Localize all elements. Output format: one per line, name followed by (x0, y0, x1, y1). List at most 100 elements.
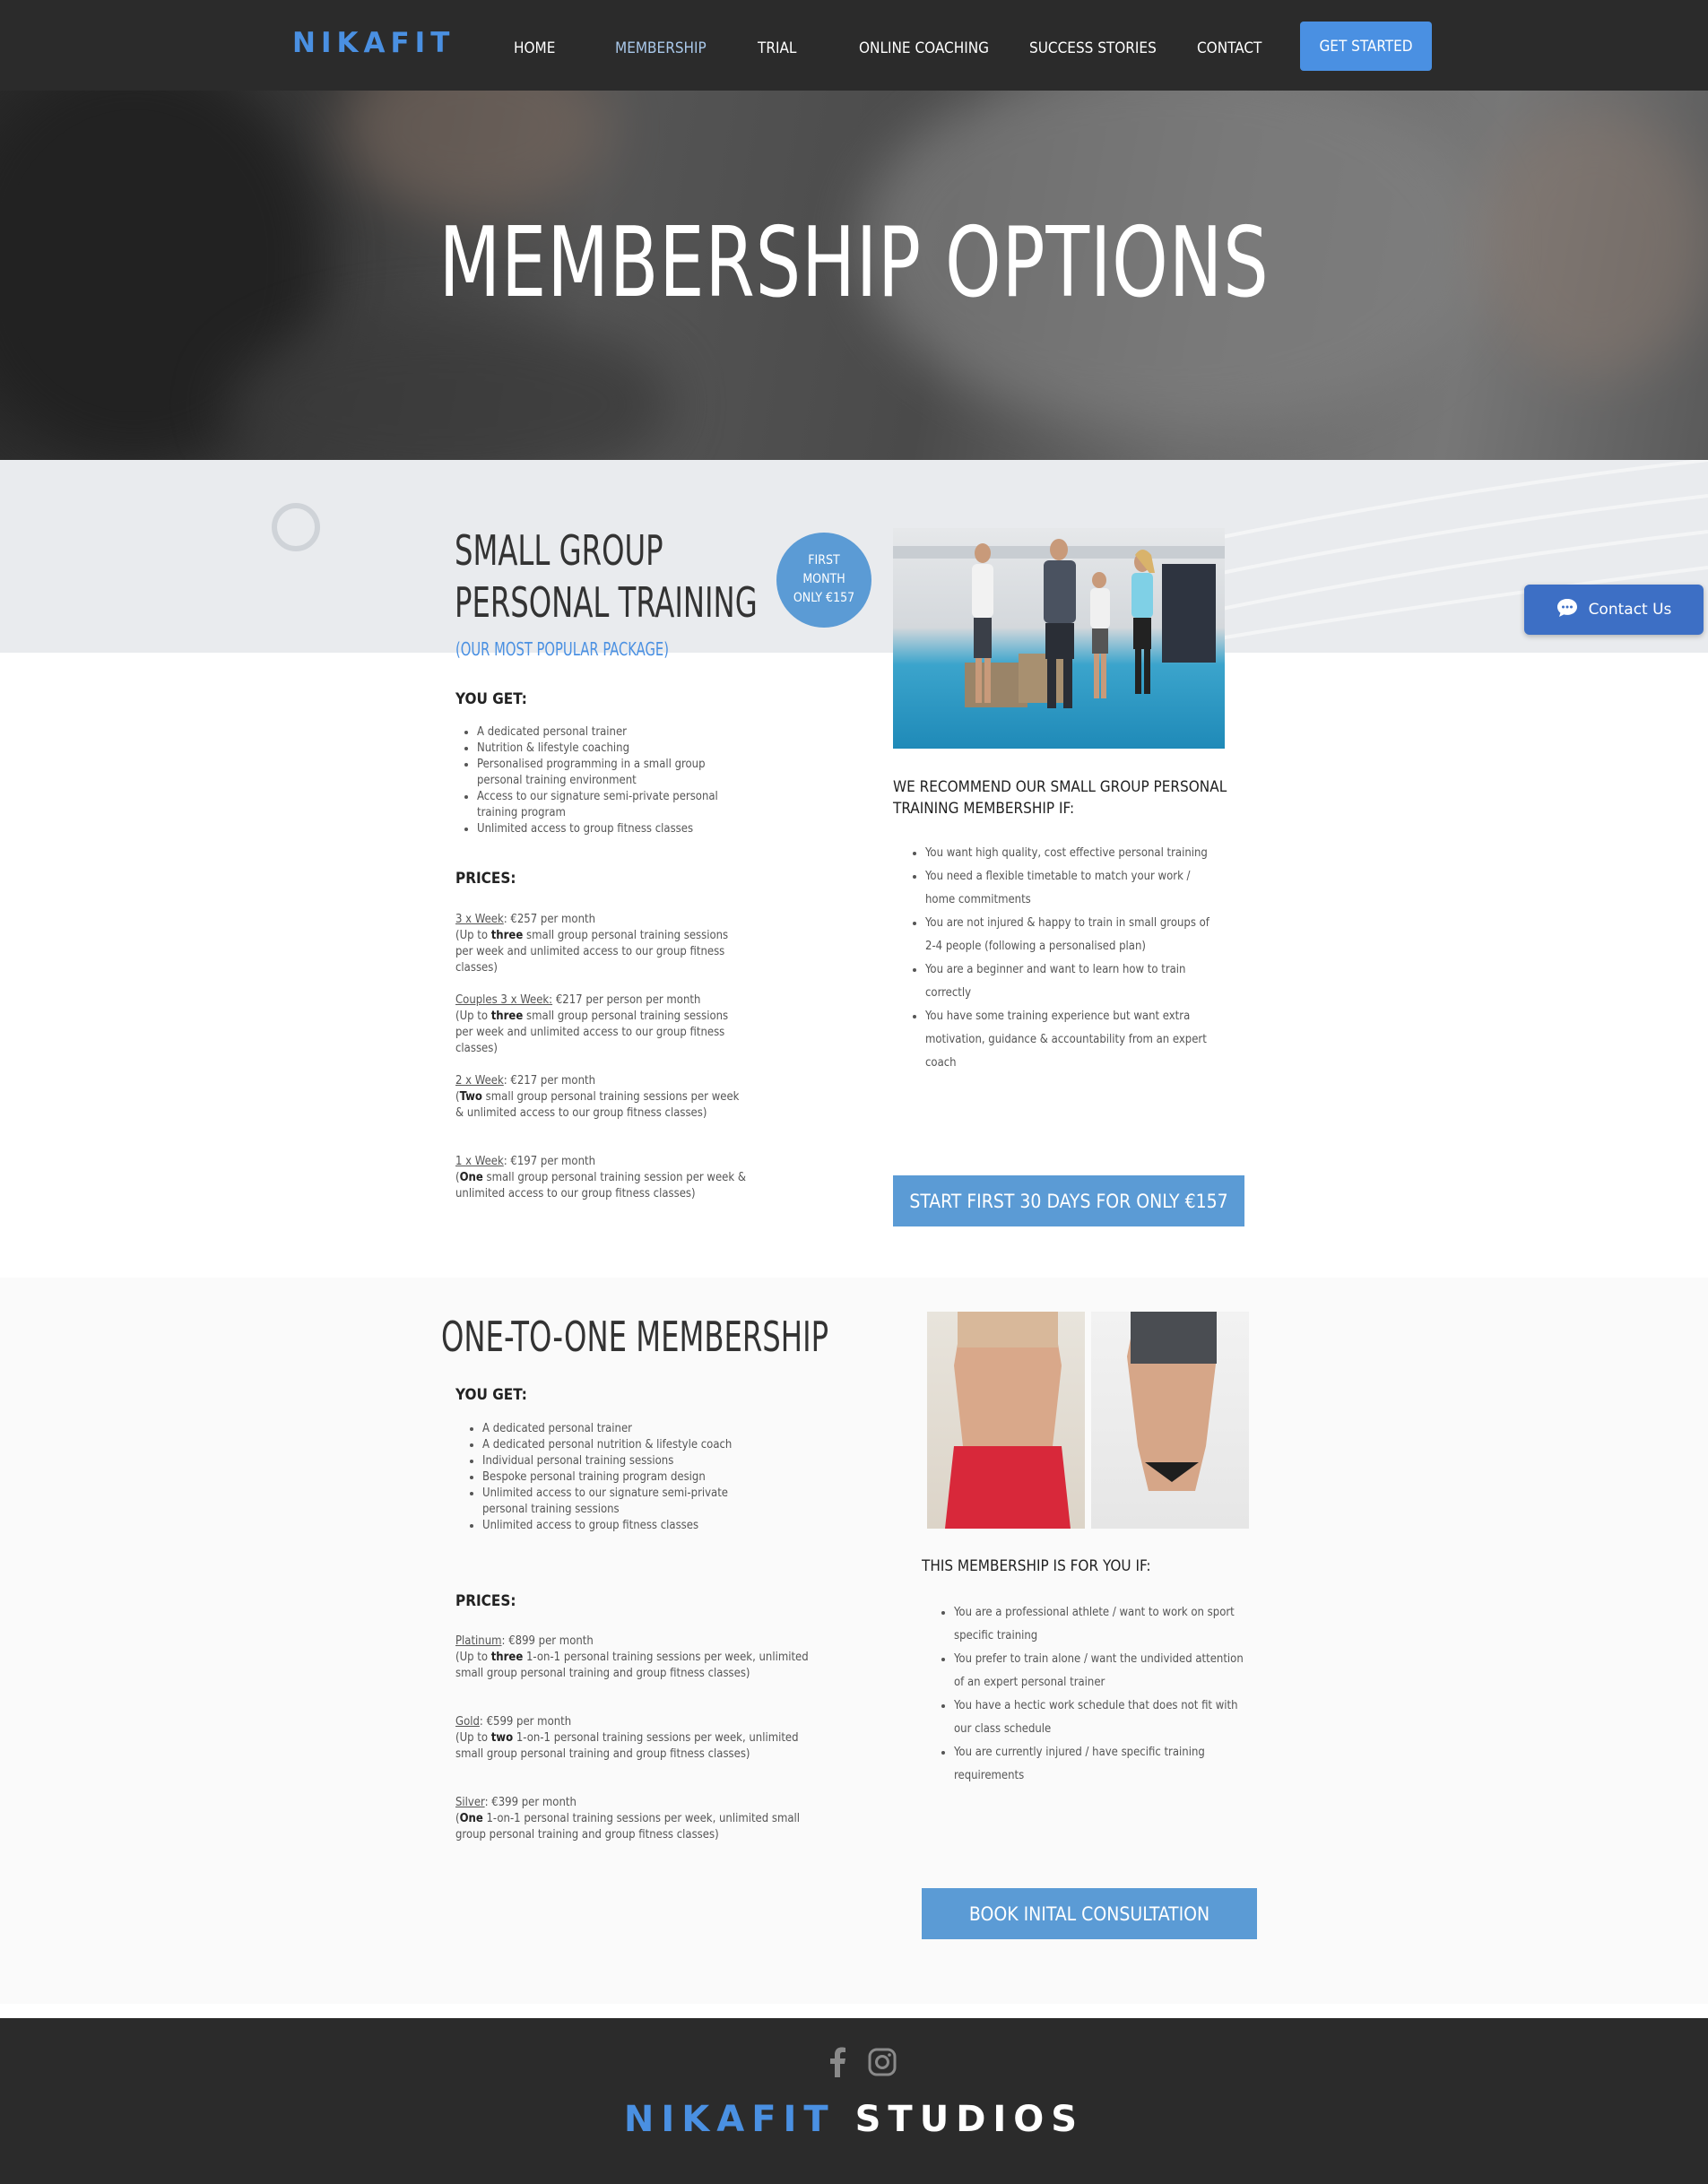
small-group-section-bg (0, 653, 1708, 1278)
small-group-title-line: SMALL GROUP (455, 526, 663, 575)
price-value: €217 per month (510, 1074, 595, 1088)
price-desc-bold: three (490, 1651, 524, 1664)
list-item: A dedicated personal trainer (477, 724, 733, 741)
list-item: You prefer to train alone / want the und… (954, 1648, 1255, 1694)
price-name: Silver (455, 1796, 485, 1809)
contact-us-label: Contact Us (1588, 601, 1672, 619)
price-desc: small group personal training session pe… (455, 1171, 746, 1200)
group-training-illustration (893, 539, 1225, 708)
price-value: €197 per month (510, 1155, 595, 1168)
list-item: You are currently injured / have specifi… (954, 1741, 1255, 1788)
after-illustration (1127, 1312, 1217, 1491)
nav-item-membership[interactable]: MEMBERSHIP (615, 39, 707, 57)
get-started-button[interactable]: GET STARTED (1300, 22, 1432, 71)
list-item: You have some training experience but wa… (925, 1005, 1218, 1075)
group-training-photo (893, 528, 1225, 749)
price-name: Couples 3 x Week: (455, 993, 553, 1007)
footer: NIKAFIT STUDIOS (0, 2018, 1708, 2184)
list-item: Unlimited access to group fitness classe… (477, 821, 733, 837)
price-name: Gold (455, 1715, 480, 1729)
nav-item-trial[interactable]: TRIAL (758, 39, 796, 57)
nav-item-online-coaching[interactable]: ONLINE COACHING (859, 39, 989, 57)
decorative-ring (272, 503, 320, 551)
contact-us-widget[interactable]: Contact Us (1524, 585, 1704, 635)
price-block: Platinum: €899 per month (Up to three 1-… (455, 1634, 809, 1680)
price-value: €257 per month (510, 913, 595, 926)
price-value: €899 per month (508, 1634, 594, 1648)
hero-bg-shape (341, 91, 610, 216)
footer-logo: NIKAFIT STUDIOS (0, 2099, 1708, 2140)
price-value: €217 per person per month (555, 993, 701, 1007)
nav-item-home[interactable]: HOME (514, 39, 555, 57)
list-item: Personalised programming in a small grou… (477, 757, 733, 789)
list-item: Access to our signature semi-private per… (477, 789, 733, 821)
badge-line: MONTH (802, 572, 845, 586)
chat-icon (1556, 598, 1578, 622)
list-item: A dedicated personal nutrition & lifesty… (482, 1437, 757, 1453)
before-photo (927, 1312, 1085, 1529)
price-desc: small group personal training sessions p… (455, 1090, 740, 1120)
price-name: Platinum (455, 1634, 502, 1648)
instagram-icon[interactable] (868, 2048, 897, 2080)
price-block: Couples 3 x Week: €217 per person per mo… (455, 992, 742, 1057)
price-desc: (Up to (455, 1651, 491, 1664)
list-item: Nutrition & lifestyle coaching (477, 741, 733, 757)
price-name: 1 x Week (455, 1155, 504, 1168)
price-desc: (Up to (455, 1010, 491, 1023)
small-group-benefits-list: A dedicated personal trainer Nutrition &… (455, 724, 733, 837)
small-group-title: SMALL GROUP PERSONAL TRAINING (455, 524, 758, 628)
list-item: You are not injured & happy to train in … (925, 912, 1218, 958)
list-item: You are a professional athlete / want to… (954, 1601, 1255, 1648)
badge-line: ONLY €157 (793, 591, 855, 605)
list-item: Bespoke personal training program design (482, 1469, 757, 1486)
before-illustration (945, 1312, 1071, 1529)
small-group-title-line: PERSONAL TRAINING (455, 578, 758, 627)
price-value: €399 per month (491, 1796, 577, 1809)
price-block: 2 x Week: €217 per month (Two small grou… (455, 1073, 742, 1122)
hero-banner: MEMBERSHIP OPTIONS (0, 91, 1708, 460)
list-item: Unlimited access to our signature semi-p… (482, 1486, 757, 1518)
price-desc: (Up to (455, 929, 491, 942)
you-get-label: YOU GET: (455, 1386, 527, 1404)
price-desc: 1-on-1 personal training sessions per we… (455, 1812, 801, 1842)
list-item: Unlimited access to group fitness classe… (482, 1518, 757, 1534)
price-desc: (Up to (455, 1731, 491, 1745)
list-item: A dedicated personal trainer (482, 1421, 757, 1437)
first-month-badge: FIRST MONTH ONLY €157 (776, 533, 871, 628)
badge-line: FIRST (808, 553, 840, 568)
list-item: Individual personal training sessions (482, 1453, 757, 1469)
price-value: €599 per month (486, 1715, 572, 1729)
prices-label: PRICES: (455, 1592, 516, 1610)
price-desc-bold: two (490, 1731, 514, 1745)
one-to-one-section-bg (0, 1278, 1708, 2004)
price-desc-bold: Two (459, 1090, 482, 1104)
top-nav: NIKAFIT HOME MEMBERSHIP TRIAL ONLINE COA… (0, 0, 1708, 91)
facebook-icon[interactable] (828, 2047, 846, 2081)
recommend-heading-line: WE RECOMMEND OUR SMALL GROUP PERSONAL (893, 778, 1227, 796)
for-you-heading: THIS MEMBERSHIP IS FOR YOU IF: (922, 1557, 1151, 1575)
popular-package-subtitle: (OUR MOST POPULAR PACKAGE) (455, 638, 669, 660)
recommend-heading: WE RECOMMEND OUR SMALL GROUP PERSONAL TR… (893, 776, 1227, 819)
one-to-one-title: ONE-TO-ONE MEMBERSHIP (441, 1313, 829, 1361)
list-item: You want high quality, cost effective pe… (925, 842, 1218, 865)
nav-item-success-stories[interactable]: SUCCESS STORIES (1029, 39, 1157, 57)
price-block: 3 x Week: €257 per month (Up to three sm… (455, 912, 742, 976)
start-first-30-days-button[interactable]: START FIRST 30 DAYS FOR ONLY €157 (893, 1175, 1244, 1226)
list-item: You have a hectic work schedule that doe… (954, 1694, 1255, 1741)
list-item: You need a flexible timetable to match y… (925, 865, 1218, 912)
price-block: Gold: €599 per month (Up to two 1-on-1 p… (455, 1715, 799, 1761)
one-to-one-benefits-list: A dedicated personal trainer A dedicated… (461, 1421, 757, 1534)
site-logo[interactable]: NIKAFIT (292, 27, 455, 59)
price-block: 1 x Week: €197 per month (One small grou… (455, 1154, 751, 1202)
price-block: Silver: €399 per month (One 1-on-1 perso… (455, 1796, 801, 1842)
list-item: You are a beginner and want to learn how… (925, 958, 1218, 1005)
recommend-list: You want high quality, cost effective pe… (904, 842, 1218, 1075)
page-title: MEMBERSHIP OPTIONS (438, 207, 1270, 319)
price-name: 3 x Week (455, 913, 504, 926)
price-desc-bold: three (490, 929, 524, 942)
book-consultation-button[interactable]: BOOK INITAL CONSULTATION (922, 1888, 1257, 1939)
after-photo (1091, 1312, 1249, 1529)
footer-logo-part: STUDIOS (854, 2099, 1085, 2140)
nav-item-contact[interactable]: CONTACT (1197, 39, 1261, 57)
you-get-label: YOU GET: (455, 690, 527, 708)
